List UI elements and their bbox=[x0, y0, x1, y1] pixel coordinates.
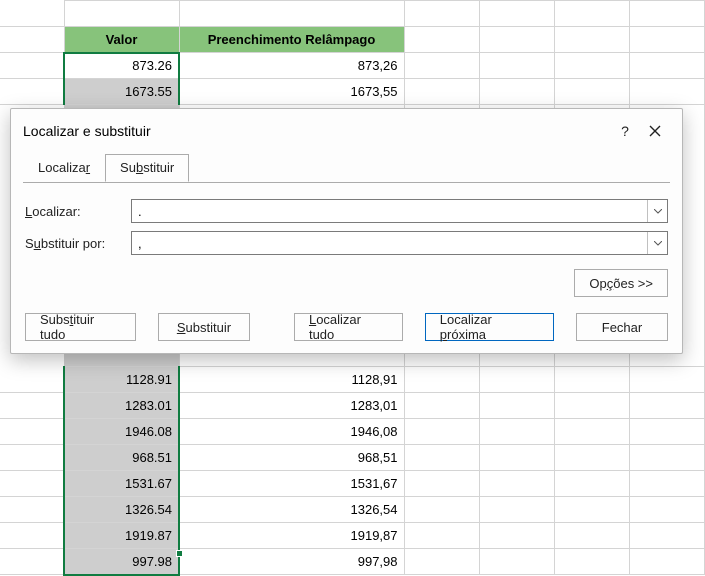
find-input-combo[interactable] bbox=[131, 199, 668, 223]
table-cell[interactable]: 1919,87 bbox=[179, 523, 404, 549]
find-all-button[interactable]: Localizar tudo bbox=[294, 313, 403, 341]
table-cell[interactable]: 1283.01 bbox=[64, 393, 179, 419]
replace-button[interactable]: Substituir bbox=[158, 313, 250, 341]
replace-all-button[interactable]: Substituir tudo bbox=[25, 313, 136, 341]
table-cell[interactable]: 1128,91 bbox=[179, 367, 404, 393]
replace-input[interactable] bbox=[132, 232, 647, 254]
options-button[interactable]: Opções >> bbox=[574, 269, 668, 297]
dialog-title: Localizar e substituir bbox=[23, 123, 151, 139]
cell-a2[interactable]: 1673.55 bbox=[64, 79, 179, 105]
selection-handle[interactable] bbox=[176, 550, 183, 557]
tab-localizar[interactable]: Localizar bbox=[23, 154, 105, 182]
cell-b2[interactable]: 1673,55 bbox=[179, 79, 404, 105]
table-cell[interactable]: 1283,01 bbox=[179, 393, 404, 419]
col-header-valor[interactable]: Valor bbox=[64, 27, 179, 53]
table-cell[interactable]: 1946,08 bbox=[179, 419, 404, 445]
table-cell[interactable]: 1531,67 bbox=[179, 471, 404, 497]
chevron-down-icon[interactable] bbox=[647, 232, 667, 254]
table-cell[interactable]: 968.51 bbox=[64, 445, 179, 471]
table-cell[interactable]: 997,98 bbox=[179, 549, 404, 575]
col-header-preenchimento[interactable]: Preenchimento Relâmpago bbox=[179, 27, 404, 53]
table-cell[interactable]: 997.98 bbox=[64, 549, 179, 575]
replace-label: Substituir por: bbox=[25, 236, 131, 251]
table-cell[interactable]: 1919.87 bbox=[64, 523, 179, 549]
table-cell[interactable]: 1326.54 bbox=[64, 497, 179, 523]
find-input[interactable] bbox=[132, 200, 647, 222]
help-button[interactable]: ? bbox=[610, 117, 640, 145]
find-next-button[interactable]: Localizar próxima bbox=[425, 313, 554, 341]
close-button[interactable]: Fechar bbox=[576, 313, 668, 341]
close-icon[interactable] bbox=[640, 117, 670, 145]
table-cell[interactable]: 1946.08 bbox=[64, 419, 179, 445]
dialog-tabs: Localizar Substituir bbox=[11, 143, 682, 182]
table-cell[interactable]: 1326,54 bbox=[179, 497, 404, 523]
replace-input-combo[interactable] bbox=[131, 231, 668, 255]
find-replace-dialog: Localizar e substituir ? Localizar Subst… bbox=[10, 108, 683, 354]
find-label: Localizar: bbox=[25, 204, 131, 219]
table-cell[interactable]: 1128.91 bbox=[64, 367, 179, 393]
table-cell[interactable]: 1531.67 bbox=[64, 471, 179, 497]
cell-a1[interactable]: 873.26 bbox=[64, 53, 179, 79]
tab-substituir[interactable]: Substituir bbox=[105, 154, 189, 182]
cell-b1[interactable]: 873,26 bbox=[179, 53, 404, 79]
table-cell[interactable]: 968,51 bbox=[179, 445, 404, 471]
chevron-down-icon[interactable] bbox=[647, 200, 667, 222]
